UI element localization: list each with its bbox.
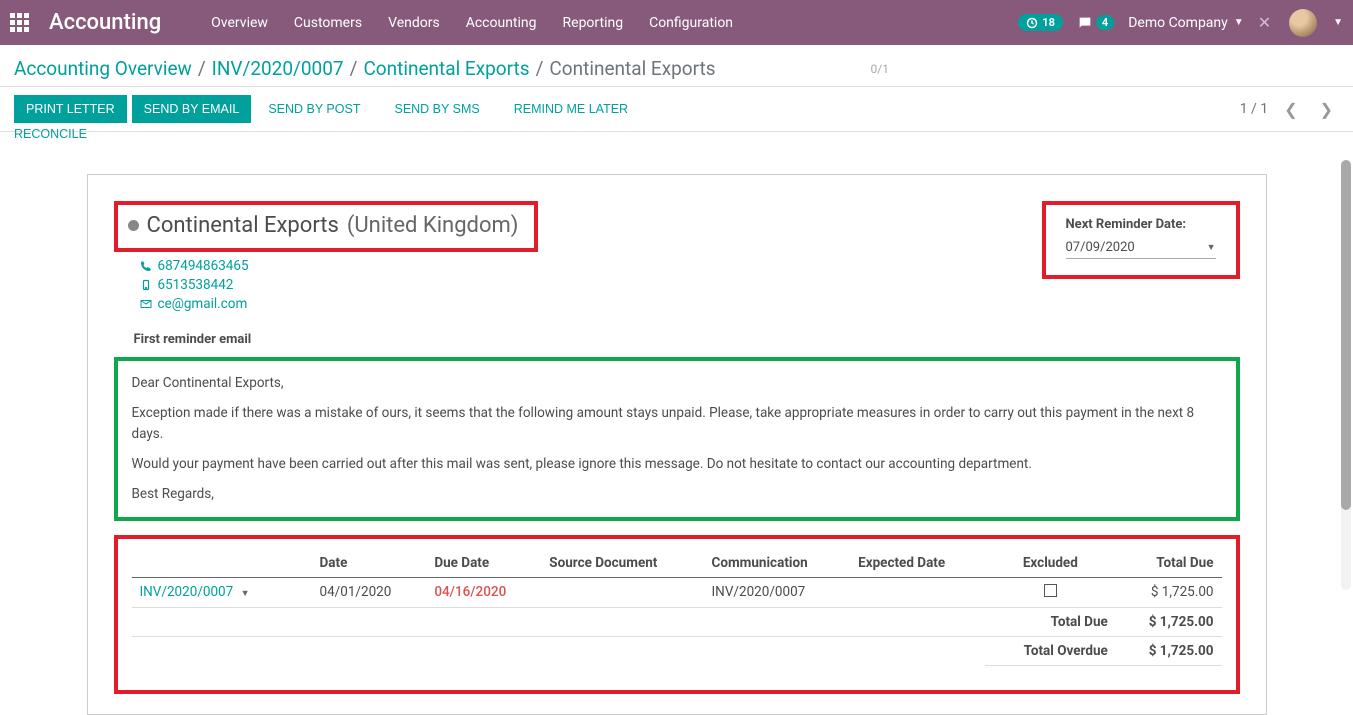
top-navbar: Accounting Overview Customers Vendors Ac… bbox=[0, 0, 1353, 45]
invoice-link[interactable]: INV/2020/0007 bbox=[140, 584, 234, 600]
mobile-link[interactable]: 6513538442 bbox=[140, 277, 539, 293]
mobile-icon bbox=[140, 279, 152, 291]
chat-count: 4 bbox=[1096, 15, 1114, 30]
nav-reporting[interactable]: Reporting bbox=[563, 15, 624, 31]
email-link[interactable]: ce@gmail.com bbox=[140, 296, 539, 312]
bc-sep: / bbox=[536, 57, 544, 80]
chat-icon bbox=[1077, 15, 1093, 31]
cell-communication: INV/2020/0007 bbox=[704, 577, 851, 607]
nav-right: 18 4 Demo Company ▼ ✕ ▼ bbox=[1018, 9, 1343, 37]
envelope-icon bbox=[140, 298, 152, 310]
reconcile-button[interactable]: RECONCILE bbox=[14, 127, 87, 141]
customer-box: Continental Exports (United Kingdom) bbox=[114, 201, 539, 252]
phone-icon bbox=[140, 260, 152, 272]
email-body1: Exception made if there was a mistake of… bbox=[132, 403, 1222, 445]
avatar[interactable] bbox=[1289, 9, 1317, 37]
nav-overview[interactable]: Overview bbox=[211, 15, 268, 31]
th-excluded: Excluded bbox=[985, 549, 1116, 578]
clock-count: 18 bbox=[1042, 16, 1055, 29]
email-greeting: Dear Continental Exports, bbox=[132, 373, 1222, 394]
email-title: First reminder email bbox=[134, 332, 1240, 347]
bc-current: Continental Exports bbox=[549, 57, 715, 80]
table-row: INV/2020/0007 ▼ 04/01/2020 04/16/2020 IN… bbox=[132, 577, 1222, 607]
cell-source bbox=[541, 577, 703, 607]
nav-configuration[interactable]: Configuration bbox=[649, 15, 733, 31]
pager: 1 / 1 ❮ ❯ bbox=[1240, 96, 1339, 123]
customer-country: (United Kingdom) bbox=[347, 213, 519, 238]
clock-badge[interactable]: 18 bbox=[1018, 14, 1063, 31]
company-name: Demo Company bbox=[1128, 15, 1228, 31]
status-dot-icon bbox=[128, 220, 139, 231]
th-communication: Communication bbox=[704, 549, 851, 578]
apps-icon[interactable] bbox=[10, 13, 29, 32]
th-invoice bbox=[132, 549, 312, 578]
bc-overview[interactable]: Accounting Overview bbox=[14, 57, 192, 80]
cell-totaldue: $ 1,725.00 bbox=[1116, 577, 1222, 607]
bc-sep: / bbox=[350, 57, 358, 80]
total-due-label: Total Due bbox=[985, 607, 1116, 636]
bc-invoice[interactable]: INV/2020/0007 bbox=[212, 57, 344, 80]
email-body: Dear Continental Exports, Exception made… bbox=[114, 357, 1240, 521]
phone-link[interactable]: 687494863465 bbox=[140, 258, 539, 274]
close-icon[interactable]: ✕ bbox=[1258, 13, 1271, 32]
totals-row-due: Total Due $ 1,725.00 bbox=[132, 607, 1222, 636]
send-email-button[interactable]: SEND BY EMAIL bbox=[132, 95, 252, 123]
total-overdue-value: $ 1,725.00 bbox=[1116, 636, 1222, 665]
email-signoff: Best Regards, bbox=[132, 484, 1222, 505]
pager-text: 1 / 1 bbox=[1240, 101, 1268, 117]
nav-menu: Overview Customers Vendors Accounting Re… bbox=[211, 15, 1018, 31]
scrollbar[interactable] bbox=[1341, 160, 1351, 590]
contact-list: 687494863465 6513538442 ce@gmail.com bbox=[140, 258, 539, 312]
bc-sep: / bbox=[198, 57, 206, 80]
pager-next-icon[interactable]: ❯ bbox=[1314, 96, 1339, 123]
company-switcher[interactable]: Demo Company ▼ bbox=[1128, 15, 1243, 31]
brand-title: Accounting bbox=[49, 10, 161, 35]
customer-name: Continental Exports bbox=[147, 213, 339, 238]
nav-customers[interactable]: Customers bbox=[294, 15, 362, 31]
bc-hint: 0/1 bbox=[871, 62, 889, 76]
pager-prev-icon[interactable]: ❮ bbox=[1278, 96, 1303, 123]
bc-continental[interactable]: Continental Exports bbox=[363, 57, 529, 80]
email-text: ce@gmail.com bbox=[158, 296, 248, 312]
cell-duedate: 04/16/2020 bbox=[426, 577, 541, 607]
send-post-button[interactable]: SEND BY POST bbox=[256, 95, 372, 123]
nav-vendors[interactable]: Vendors bbox=[388, 15, 440, 31]
reminder-date-value: 07/09/2020 bbox=[1066, 240, 1135, 255]
th-totaldue: Total Due bbox=[1116, 549, 1222, 578]
breadcrumb: Accounting Overview / INV/2020/0007 / Co… bbox=[14, 57, 716, 80]
th-date: Date bbox=[312, 549, 427, 578]
caret-down-icon: ▼ bbox=[1234, 17, 1244, 28]
total-overdue-label: Total Overdue bbox=[985, 636, 1116, 665]
th-duedate: Due Date bbox=[426, 549, 541, 578]
scrollbar-thumb[interactable] bbox=[1341, 160, 1351, 510]
invoice-table-box: Date Due Date Source Document Communicat… bbox=[114, 535, 1240, 694]
user-caret-icon[interactable]: ▼ bbox=[1333, 17, 1343, 28]
th-expected: Expected Date bbox=[850, 549, 985, 578]
phone-text: 687494863465 bbox=[158, 258, 249, 274]
content: Continental Exports (United Kingdom) 687… bbox=[77, 174, 1277, 715]
breadcrumb-bar: Accounting Overview / INV/2020/0007 / Co… bbox=[0, 45, 1353, 87]
reminder-date-input[interactable]: 07/09/2020 ▼ bbox=[1066, 240, 1216, 259]
remind-later-button[interactable]: REMIND ME LATER bbox=[502, 95, 640, 123]
email-body2: Would your payment have been carried out… bbox=[132, 454, 1222, 475]
totals-row-overdue: Total Overdue $ 1,725.00 bbox=[132, 636, 1222, 665]
total-due-value: $ 1,725.00 bbox=[1116, 607, 1222, 636]
send-sms-button[interactable]: SEND BY SMS bbox=[382, 95, 491, 123]
mobile-text: 6513538442 bbox=[158, 277, 234, 293]
excluded-checkbox[interactable] bbox=[1044, 584, 1057, 597]
print-letter-button[interactable]: PRINT LETTER bbox=[14, 95, 127, 123]
cell-date: 04/01/2020 bbox=[312, 577, 427, 607]
action-bar: PRINT LETTER SEND BY EMAIL SEND BY POST … bbox=[0, 87, 1353, 132]
form-sheet: Continental Exports (United Kingdom) 687… bbox=[87, 174, 1267, 715]
invoice-table: Date Due Date Source Document Communicat… bbox=[132, 549, 1222, 666]
reminder-label: Next Reminder Date: bbox=[1066, 217, 1216, 232]
reminder-box: Next Reminder Date: 07/09/2020 ▼ bbox=[1042, 201, 1240, 279]
nav-accounting[interactable]: Accounting bbox=[466, 15, 537, 31]
caret-down-icon[interactable]: ▼ bbox=[241, 589, 250, 599]
chevron-down-icon[interactable]: ▼ bbox=[1207, 242, 1216, 253]
cell-expected bbox=[850, 577, 985, 607]
clock-icon bbox=[1026, 17, 1038, 29]
th-source: Source Document bbox=[541, 549, 703, 578]
chat-badge[interactable]: 4 bbox=[1077, 15, 1114, 31]
